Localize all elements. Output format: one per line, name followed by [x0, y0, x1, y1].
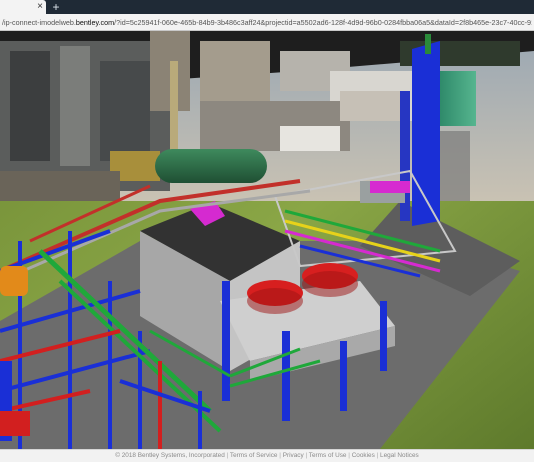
address-bar[interactable]: /ip-connect-imodelweb.bentley.com/?id=5c… — [0, 14, 534, 31]
url-field[interactable]: /ip-connect-imodelweb.bentley.com/?id=5c… — [2, 16, 532, 29]
browser-tab[interactable]: × — [0, 0, 46, 14]
footer-link-legal-notices[interactable]: Legal Notices — [380, 452, 419, 459]
footer-copyright: © 2018 Bentley Systems, Incorporated — [115, 452, 225, 459]
new-tab-icon[interactable]: + — [50, 0, 62, 14]
footer-separator: | — [279, 452, 281, 459]
footer-separator: | — [305, 452, 308, 459]
page-footer: © 2018 Bentley Systems, Incorporated | T… — [0, 449, 534, 462]
footer-link-terms-of-use[interactable]: Terms of Use — [309, 452, 347, 459]
footer-separator: | — [226, 452, 229, 459]
footer-link-cookies[interactable]: Cookies — [352, 452, 375, 459]
url-host: bentley.com — [75, 18, 115, 27]
3d-model-viewport[interactable] — [0, 31, 534, 449]
3d-plant-model-icon — [0, 31, 534, 449]
close-tab-icon[interactable]: × — [34, 0, 46, 14]
footer-link-privacy[interactable]: Privacy — [283, 452, 304, 459]
browser-tab-strip: × + — [0, 0, 534, 14]
footer-link-terms-of-service[interactable]: Terms of Service — [230, 452, 278, 459]
url-prefix: /ip-connect-imodelweb. — [2, 18, 76, 27]
url-path: /?id=5c25941f-060e-465b-84b9-3b486c3aff2… — [114, 18, 532, 27]
footer-separator: | — [348, 452, 350, 459]
footer-separator: | — [376, 452, 379, 459]
